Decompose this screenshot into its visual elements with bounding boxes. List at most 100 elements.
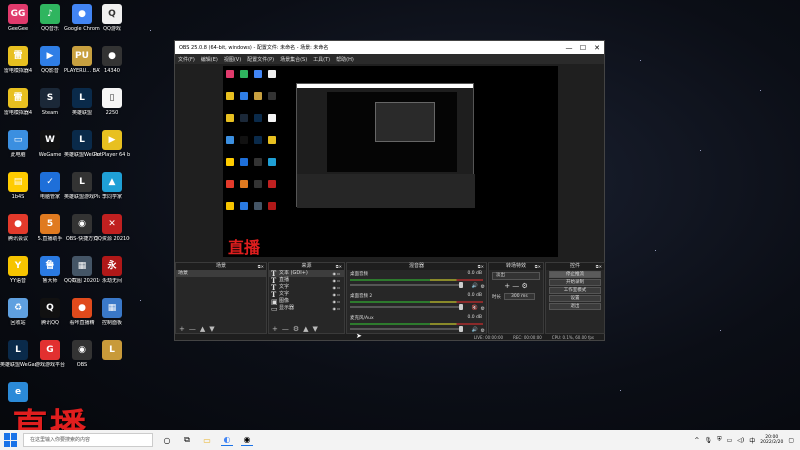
- scene-item[interactable]: 场景: [176, 270, 266, 277]
- menu-file[interactable]: 文件(F): [178, 56, 195, 63]
- desktop-icon[interactable]: ✓ 电脑管家: [32, 172, 68, 200]
- volume-slider[interactable]: [350, 326, 464, 332]
- dock-undock-icon[interactable]: ⧉✕: [596, 263, 602, 270]
- dock-undock-icon[interactable]: ⧉✕: [258, 263, 264, 270]
- settings-button[interactable]: 设置: [549, 295, 601, 302]
- visibility-eye-icon[interactable]: ◉ ▫: [333, 277, 340, 284]
- cortana-icon[interactable]: ○: [161, 434, 173, 446]
- volume-slider-knob[interactable]: [459, 282, 464, 288]
- desktop-icon[interactable]: L: [94, 340, 130, 362]
- source-item[interactable]: ▭ 显示器 ◉ ▫: [269, 305, 344, 312]
- visibility-eye-icon[interactable]: ◉ ▫: [333, 298, 340, 305]
- desktop-icon[interactable]: 鲁鲁大师: [32, 256, 68, 284]
- desktop-icon[interactable]: ▶ QQ影音: [32, 46, 68, 74]
- source-item[interactable]: T 文本 (GDI+) ◉ ▫: [269, 270, 344, 277]
- channel-settings-gear-icon[interactable]: ⚙: [481, 306, 485, 312]
- move-scene-up-button[interactable]: ▲: [200, 325, 205, 333]
- desktop-icon[interactable]: ▯ 2250: [94, 88, 130, 116]
- ime-icon[interactable]: 中: [749, 436, 755, 445]
- dock-undock-icon[interactable]: ⧉✕: [535, 263, 541, 270]
- volume-slider-knob[interactable]: [459, 326, 464, 332]
- move-source-up-button[interactable]: ▲: [303, 325, 308, 333]
- speaker-mute-icon[interactable]: 🔇: [472, 305, 478, 311]
- desktop-icon[interactable]: ♪ QQ音乐: [32, 4, 68, 32]
- desktop-icon[interactable]: ▦ 控制面板: [94, 298, 130, 326]
- speaker-mute-icon[interactable]: 🔊: [472, 327, 478, 333]
- taskbar-search-input[interactable]: 在这里输入你要搜索的内容: [23, 433, 153, 447]
- desktop-icon[interactable]: ▲ 李同学家: [94, 172, 130, 200]
- desktop-icon[interactable]: Q 腾讯QQ: [32, 298, 68, 326]
- transition-select[interactable]: 淡出: [492, 272, 540, 280]
- move-scene-down-button[interactable]: ▼: [209, 325, 214, 333]
- menu-profile[interactable]: 配置文件(P): [247, 56, 274, 63]
- minimize-button[interactable]: —: [562, 44, 576, 52]
- desktop-icon[interactable]: ▭ 此电脑: [0, 130, 36, 158]
- studio-mode-button[interactable]: 工作室模式: [549, 287, 601, 294]
- desktop-icon[interactable]: GG GeeGee: [0, 4, 36, 32]
- source-item[interactable]: ▣ 图像 ◉ ▫: [269, 298, 344, 305]
- microphone-icon[interactable]: 🎙: [704, 437, 712, 444]
- menu-view[interactable]: 视图(V): [224, 56, 241, 63]
- visibility-eye-icon[interactable]: ◉ ▫: [333, 284, 340, 291]
- desktop-icon[interactable]: 5 5.直播助手: [32, 214, 68, 242]
- duration-input[interactable]: 300 ms: [504, 293, 535, 300]
- chrome-icon[interactable]: ◐: [221, 434, 233, 446]
- notifications-icon[interactable]: ▢: [788, 437, 794, 444]
- desktop-icon[interactable]: 雷雷电模拟器4: [0, 46, 36, 74]
- dock-undock-icon[interactable]: ⧉✕: [478, 263, 484, 270]
- desktop-icon[interactable]: 雷雷电模拟器4: [0, 88, 36, 116]
- start-button[interactable]: [4, 433, 18, 447]
- start-recording-button[interactable]: 开始录制: [549, 279, 601, 286]
- desktop-icon[interactable]: ♻ 回收站: [0, 298, 36, 326]
- source-properties-button[interactable]: ⚙: [293, 325, 299, 333]
- tray-expand-icon[interactable]: ^: [694, 437, 699, 444]
- network-icon[interactable]: ▭: [727, 437, 733, 444]
- desktop-icon[interactable]: Y YY语音: [0, 256, 36, 284]
- obs-titlebar[interactable]: OBS 25.0.8 (64-bit, windows) - 配置文件: 未命名…: [175, 41, 604, 54]
- maximize-button[interactable]: ☐: [576, 44, 590, 52]
- file-explorer-icon[interactable]: ▭: [201, 434, 213, 446]
- exit-button[interactable]: 退出: [549, 303, 601, 310]
- desktop-icon[interactable]: ✕ QQ资源 20210615...: [94, 214, 130, 242]
- obs-taskbar-icon[interactable]: ◉: [241, 434, 253, 446]
- stop-streaming-button[interactable]: 停止推流: [549, 271, 601, 278]
- clock[interactable]: 20:00 2022/2/20: [760, 435, 783, 445]
- volume-icon[interactable]: ◁): [737, 437, 744, 444]
- visibility-eye-icon[interactable]: ◉ ▫: [333, 305, 340, 312]
- desktop-icon[interactable]: 永永劫无间: [94, 256, 130, 284]
- dock-undock-icon[interactable]: ⧉✕: [336, 263, 342, 270]
- desktop-icon[interactable]: ● 腾讯会议: [0, 214, 36, 242]
- source-item[interactable]: T 文字 ◉ ▫: [269, 291, 344, 298]
- desktop-icon[interactable]: G 游戏游戏平台: [32, 340, 68, 368]
- menu-edit[interactable]: 编辑(E): [201, 56, 218, 63]
- transition-add-remove[interactable]: + — ⚙: [489, 282, 543, 290]
- desktop-icon[interactable]: W WeGame: [32, 130, 68, 158]
- task-view-icon[interactable]: ⧉: [181, 434, 193, 446]
- source-item[interactable]: T 直播 ◉ ▫: [269, 277, 344, 284]
- obs-window[interactable]: OBS 25.0.8 (64-bit, windows) - 配置文件: 未命名…: [174, 40, 605, 341]
- move-source-down-button[interactable]: ▼: [313, 325, 318, 333]
- shield-icon[interactable]: ⛨: [717, 436, 722, 444]
- add-source-button[interactable]: +: [272, 325, 278, 333]
- speaker-mute-icon[interactable]: 🔊: [472, 283, 478, 289]
- desktop-icon[interactable]: ▶ PotPlayer 64 bit: [94, 130, 130, 158]
- desktop-icon[interactable]: Q QQ游戏: [94, 4, 130, 32]
- desktop-icon[interactable]: L 英雄联盟WeGame版: [0, 340, 36, 368]
- desktop-icon[interactable]: S Steam: [32, 88, 68, 116]
- desktop-icon[interactable]: ● 14340: [94, 46, 130, 74]
- volume-slider[interactable]: [350, 304, 464, 310]
- close-button[interactable]: ✕: [590, 44, 604, 52]
- menu-scene-collection[interactable]: 场景集合(S): [280, 56, 307, 63]
- visibility-eye-icon[interactable]: ◉ ▫: [333, 291, 340, 298]
- remove-source-button[interactable]: —: [282, 325, 289, 333]
- preview-canvas[interactable]: 直播: [223, 66, 558, 257]
- volume-slider-knob[interactable]: [459, 304, 464, 310]
- visibility-eye-icon[interactable]: ◉ ▫: [333, 270, 340, 277]
- volume-slider[interactable]: [350, 282, 464, 288]
- menu-help[interactable]: 帮助(H): [336, 56, 354, 63]
- remove-scene-button[interactable]: —: [189, 325, 196, 333]
- menu-tools[interactable]: 工具(T): [313, 56, 330, 63]
- add-scene-button[interactable]: +: [179, 325, 185, 333]
- desktop-icon[interactable]: ▤ 1b4S: [0, 172, 36, 200]
- source-item[interactable]: T 文字 ◉ ▫: [269, 284, 344, 291]
